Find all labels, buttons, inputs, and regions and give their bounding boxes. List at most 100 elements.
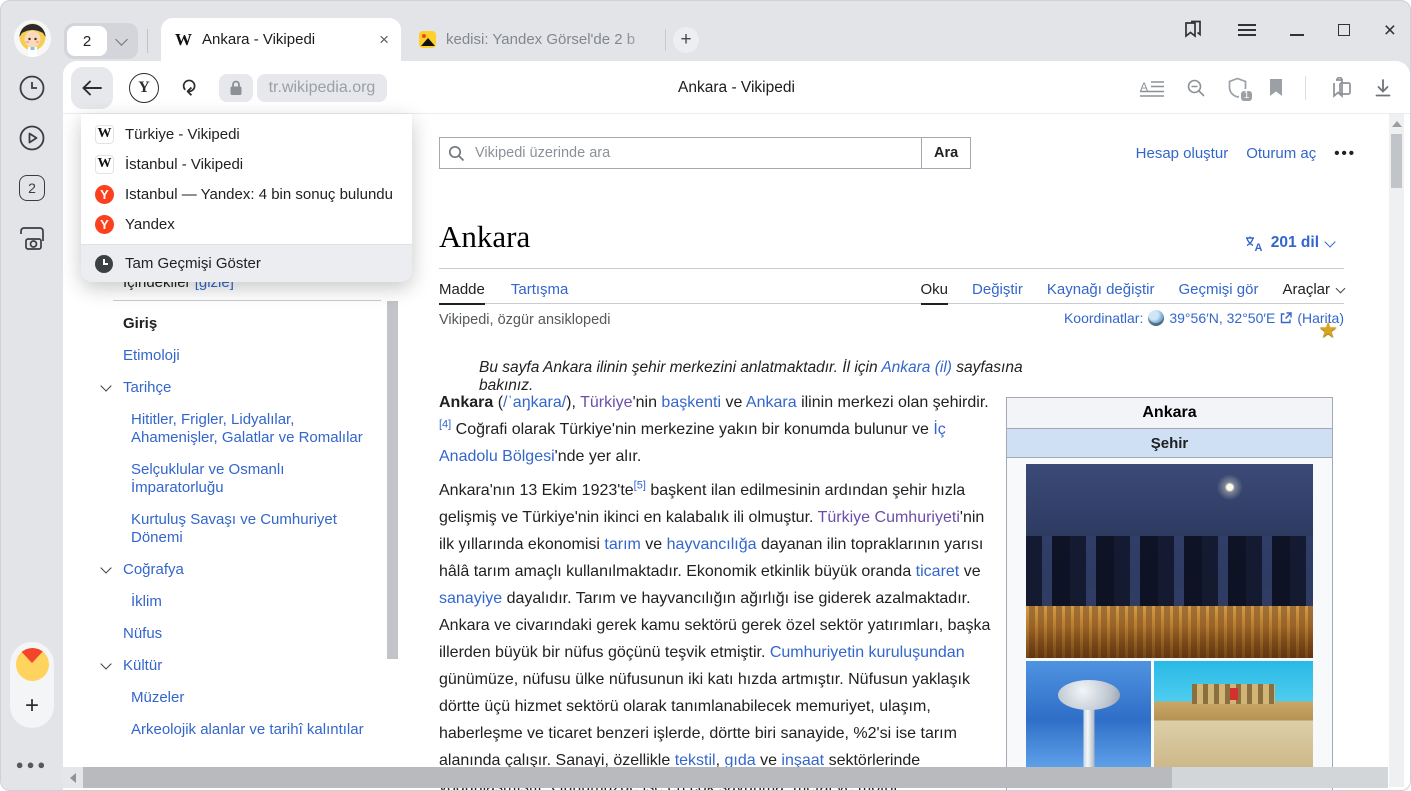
infobox-image-skyline[interactable] — [1026, 464, 1313, 658]
tab-counter-value: 2 — [67, 26, 107, 56]
side-panels-icon[interactable] — [1182, 19, 1204, 41]
coordinates[interactable]: Koordinatlar: 39°56′N, 32°50′E (Harita) — [1064, 310, 1344, 326]
collections-icon[interactable] — [1328, 77, 1352, 99]
tab-strip: 2 W Ankara - Vikipedi × kedisi: Yandex G… — [1, 1, 1410, 61]
history-menu-item[interactable]: Y Yandex — [81, 209, 412, 239]
yandex-mail-icon[interactable] — [16, 648, 49, 681]
toc-item[interactable]: Etimoloji — [86, 347, 386, 365]
close-window-button[interactable]: × — [1384, 20, 1396, 41]
toc-item[interactable]: Hititler, Frigler, Lidyalılar, Ahamenişl… — [86, 411, 366, 447]
scroll-up-arrow-icon[interactable] — [1392, 121, 1402, 127]
search-icon — [448, 145, 465, 162]
reload-icon[interactable]: ⟳ — [175, 79, 200, 97]
address-bar[interactable]: tr.wikipedia.org — [257, 74, 388, 102]
protect-shield-icon[interactable]: 1 — [1228, 77, 1247, 99]
login-link[interactable]: Oturum aç — [1246, 145, 1316, 162]
infobox-image-anitkabir[interactable] — [1154, 661, 1313, 767]
search-submit-button[interactable]: Ara — [922, 137, 971, 169]
back-button[interactable] — [71, 67, 113, 109]
toc-item[interactable]: Kültür — [86, 657, 386, 675]
tab-title: kedisi: Yandex Görsel'de 2 b — [446, 31, 667, 48]
lock-icon[interactable] — [219, 74, 253, 102]
chevron-down-icon — [115, 33, 128, 46]
vertical-scrollbar-thumb[interactable] — [1391, 134, 1402, 188]
maximize-window-button[interactable] — [1338, 24, 1350, 36]
media-play-icon[interactable] — [18, 124, 46, 152]
history-menu-item[interactable]: W Türkiye - Vikipedi — [81, 119, 412, 149]
vertical-scrollbar[interactable] — [1389, 114, 1404, 787]
infobox-type: Şehir — [1007, 429, 1332, 458]
wikipedia-favicon: W — [175, 30, 192, 50]
featured-article-star-icon: ★ — [1318, 317, 1338, 343]
menu-icon[interactable] — [1238, 20, 1256, 39]
toc-item[interactable]: Tarihçe — [86, 379, 386, 397]
chevron-down-icon — [100, 562, 111, 573]
chevron-down-icon — [100, 380, 111, 391]
toc-item[interactable]: Kurtuluş Savaşı ve Cumhuriyet Dönemi — [86, 511, 366, 547]
language-count: 201 dil — [1271, 234, 1319, 252]
view-tab[interactable]: Oku — [921, 274, 949, 304]
create-account-link[interactable]: Hesap oluştur — [1136, 145, 1229, 162]
chevron-down-icon — [1336, 283, 1346, 293]
history-icon[interactable] — [18, 74, 46, 102]
toc-item[interactable]: İklim — [86, 593, 366, 611]
namespace-tab[interactable]: Madde — [439, 274, 485, 304]
downloads-icon[interactable] — [1374, 78, 1392, 98]
article-title: Ankara — [439, 219, 530, 255]
namespace-tab[interactable]: Tartışma — [511, 274, 569, 304]
screenshot-icon[interactable] — [17, 224, 47, 252]
article-tab-bar: Madde Tartışma Oku Değiştir Kaynağı değişti… — [439, 274, 1344, 304]
infobox-title: Ankara — [1007, 398, 1332, 429]
search-input[interactable] — [473, 144, 913, 162]
toc-item[interactable]: Nüfus — [86, 625, 386, 643]
globe-icon — [1148, 310, 1164, 326]
browser-window: 2 W Ankara - Vikipedi × kedisi: Yandex G… — [0, 0, 1411, 791]
toc-scrollbar-thumb[interactable] — [387, 301, 398, 659]
divider — [147, 29, 148, 53]
close-tab-icon[interactable]: × — [379, 30, 389, 50]
sidebar-more-icon[interactable]: ●●● — [16, 757, 49, 772]
infobox-image-atakule[interactable] — [1026, 661, 1151, 767]
horizontal-scrollbar[interactable] — [63, 767, 1388, 788]
coordinates-label: Koordinatlar: — [1064, 310, 1143, 326]
browser-sidebar: 2 + ●●● — [1, 61, 63, 790]
view-tab[interactable]: Geçmişi gör — [1178, 274, 1258, 304]
languages-icon: A — [1245, 235, 1264, 252]
language-selector[interactable]: A 201 dil — [1245, 234, 1334, 252]
add-app-icon[interactable]: + — [25, 692, 39, 720]
history-menu-item[interactable]: Y Istanbul — Yandex: 4 bin sonuç bulundu — [81, 179, 412, 209]
tab-ankara-vikipedi[interactable]: W Ankara - Vikipedi × — [161, 18, 401, 61]
divider — [1305, 76, 1306, 100]
show-full-history-item[interactable]: Tam Geçmişi Göster — [81, 244, 412, 282]
coordinates-value: 39°56′N, 32°50′E — [1169, 310, 1275, 326]
paragraph: Ankara'nın 13 Ekim 1923'te[5] başkent il… — [439, 477, 992, 790]
toc-item[interactable]: Müzeler — [86, 689, 366, 707]
zoom-icon[interactable] — [1186, 78, 1206, 98]
new-tab-button[interactable]: + — [673, 27, 699, 53]
reader-mode-icon[interactable]: A — [1140, 79, 1164, 97]
scroll-left-arrow-icon[interactable] — [63, 767, 83, 788]
minimize-window-button[interactable] — [1290, 34, 1304, 36]
history-dropdown-menu: W Türkiye - Vikipedi W İstanbul - Vikipe… — [81, 114, 412, 282]
bookmark-icon[interactable] — [1269, 78, 1283, 97]
site-favicon: W — [95, 125, 114, 144]
chevron-down-icon — [1324, 236, 1335, 247]
tab-yandex-gorsel[interactable]: kedisi: Yandex Görsel'de 2 b — [405, 18, 667, 61]
toc-item[interactable]: Coğrafya — [86, 561, 386, 579]
view-tab[interactable]: Kaynağı değiştir — [1047, 274, 1155, 304]
toc-item[interactable]: Giriş — [86, 315, 386, 333]
toc-item[interactable]: Selçuklular ve Osmanlı İmparatorluğu — [86, 461, 366, 497]
history-menu-item[interactable]: W İstanbul - Vikipedi — [81, 149, 412, 179]
chevron-down-icon — [100, 658, 111, 669]
horizontal-scrollbar-thumb[interactable] — [83, 767, 1172, 788]
yandex-search-button[interactable]: Y — [129, 73, 159, 103]
tabs-panel-icon[interactable]: 2 — [19, 175, 45, 201]
profile-avatar[interactable] — [14, 20, 51, 57]
view-tab[interactable]: Değiştir — [972, 274, 1023, 304]
view-tab[interactable]: Araçlar — [1282, 274, 1344, 304]
more-options-icon[interactable]: ••• — [1334, 145, 1356, 162]
tabs-count: 2 — [19, 175, 45, 201]
wiki-search-box[interactable] — [439, 137, 922, 169]
toc-item[interactable]: Arkeolojik alanlar ve tarihî kalıntılar — [86, 721, 366, 739]
tab-counter[interactable]: 2 — [64, 23, 138, 59]
